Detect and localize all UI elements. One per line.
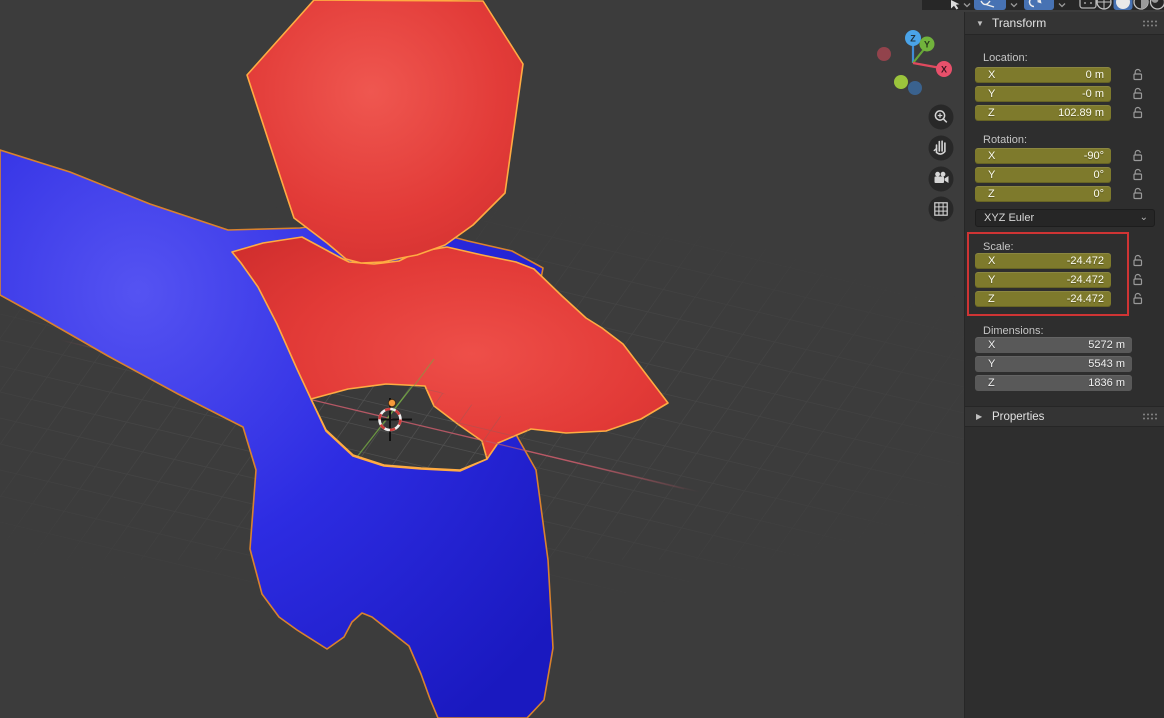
toggle-grid-button[interactable]: [928, 196, 954, 222]
gizmo-axis-neg-y[interactable]: [894, 75, 908, 89]
dimensions-z-field[interactable]: Z 1836 m: [975, 375, 1132, 391]
rotation-z-lock-icon[interactable]: [1131, 187, 1145, 201]
properties-title: Properties: [992, 410, 1045, 423]
location-x-lock-icon[interactable]: [1131, 68, 1145, 82]
location-y-field[interactable]: Y -0 m: [975, 86, 1111, 102]
location-x-field[interactable]: X 0 m: [975, 67, 1111, 83]
rotation-mode-dropdown[interactable]: XYZ Euler ⌄: [975, 209, 1155, 227]
panel-grip-icon[interactable]: [1142, 19, 1157, 28]
chevron-down-icon: ⌄: [1139, 212, 1148, 223]
gizmo-z-label: Z: [910, 34, 916, 44]
location-y-lock-icon[interactable]: [1131, 87, 1145, 101]
rotation-y-lock-icon[interactable]: [1131, 168, 1145, 182]
rotation-x-lock-icon[interactable]: [1131, 149, 1145, 163]
disclosure-open-icon[interactable]: ▼: [976, 19, 986, 28]
gizmo-x-label: X: [941, 65, 947, 75]
scale-y-lock-icon[interactable]: [1131, 273, 1145, 287]
transform-panel-header[interactable]: ▼ Transform: [965, 12, 1164, 35]
scale-x-lock-icon[interactable]: [1131, 254, 1145, 268]
rotation-label: Rotation:: [983, 134, 1028, 146]
dimensions-y-field[interactable]: Y 5543 m: [975, 356, 1132, 372]
rotation-y-field[interactable]: Y 0°: [975, 167, 1111, 183]
transform-sidebar-panel: ▼ Transform Location: X 0 m Y -0 m Z 102…: [964, 12, 1164, 718]
zoom-button[interactable]: [928, 104, 954, 130]
disclosure-closed-icon[interactable]: ▶: [976, 412, 986, 421]
scale-label: Scale:: [983, 241, 1014, 253]
camera-view-button[interactable]: [928, 166, 954, 192]
viewport-header-toolbar: [922, 0, 1164, 10]
pan-hand-button[interactable]: [928, 135, 954, 161]
properties-panel-header[interactable]: ▶ Properties: [965, 406, 1164, 427]
panel-title: Transform: [992, 16, 1047, 30]
dimensions-label: Dimensions:: [983, 325, 1044, 337]
dimensions-x-field[interactable]: X 5272 m: [975, 337, 1132, 353]
gizmo-y-label: Y: [924, 40, 930, 50]
location-z-field[interactable]: Z 102.89 m: [975, 105, 1111, 121]
blender-window: Z Y X ▼ Transform Location: X 0 m Y -0 m…: [0, 0, 1164, 718]
scale-z-field[interactable]: Z -24.472: [975, 291, 1111, 307]
location-z-lock-icon[interactable]: [1131, 106, 1145, 120]
gizmo-axis-neg-z[interactable]: [908, 81, 922, 95]
scale-y-field[interactable]: Y -24.472: [975, 272, 1111, 288]
properties-grip-icon[interactable]: [1142, 412, 1157, 421]
rotation-x-field[interactable]: X -90°: [975, 148, 1111, 164]
object-origin-dot[interactable]: [387, 398, 397, 408]
shading-solid-icon[interactable]: [1113, 0, 1133, 10]
rotation-z-field[interactable]: Z 0°: [975, 186, 1111, 202]
scale-x-field[interactable]: X -24.472: [975, 253, 1111, 269]
scale-z-lock-icon[interactable]: [1131, 292, 1145, 306]
location-label: Location:: [983, 52, 1028, 64]
gizmo-axis-neg-x[interactable]: [877, 47, 891, 61]
